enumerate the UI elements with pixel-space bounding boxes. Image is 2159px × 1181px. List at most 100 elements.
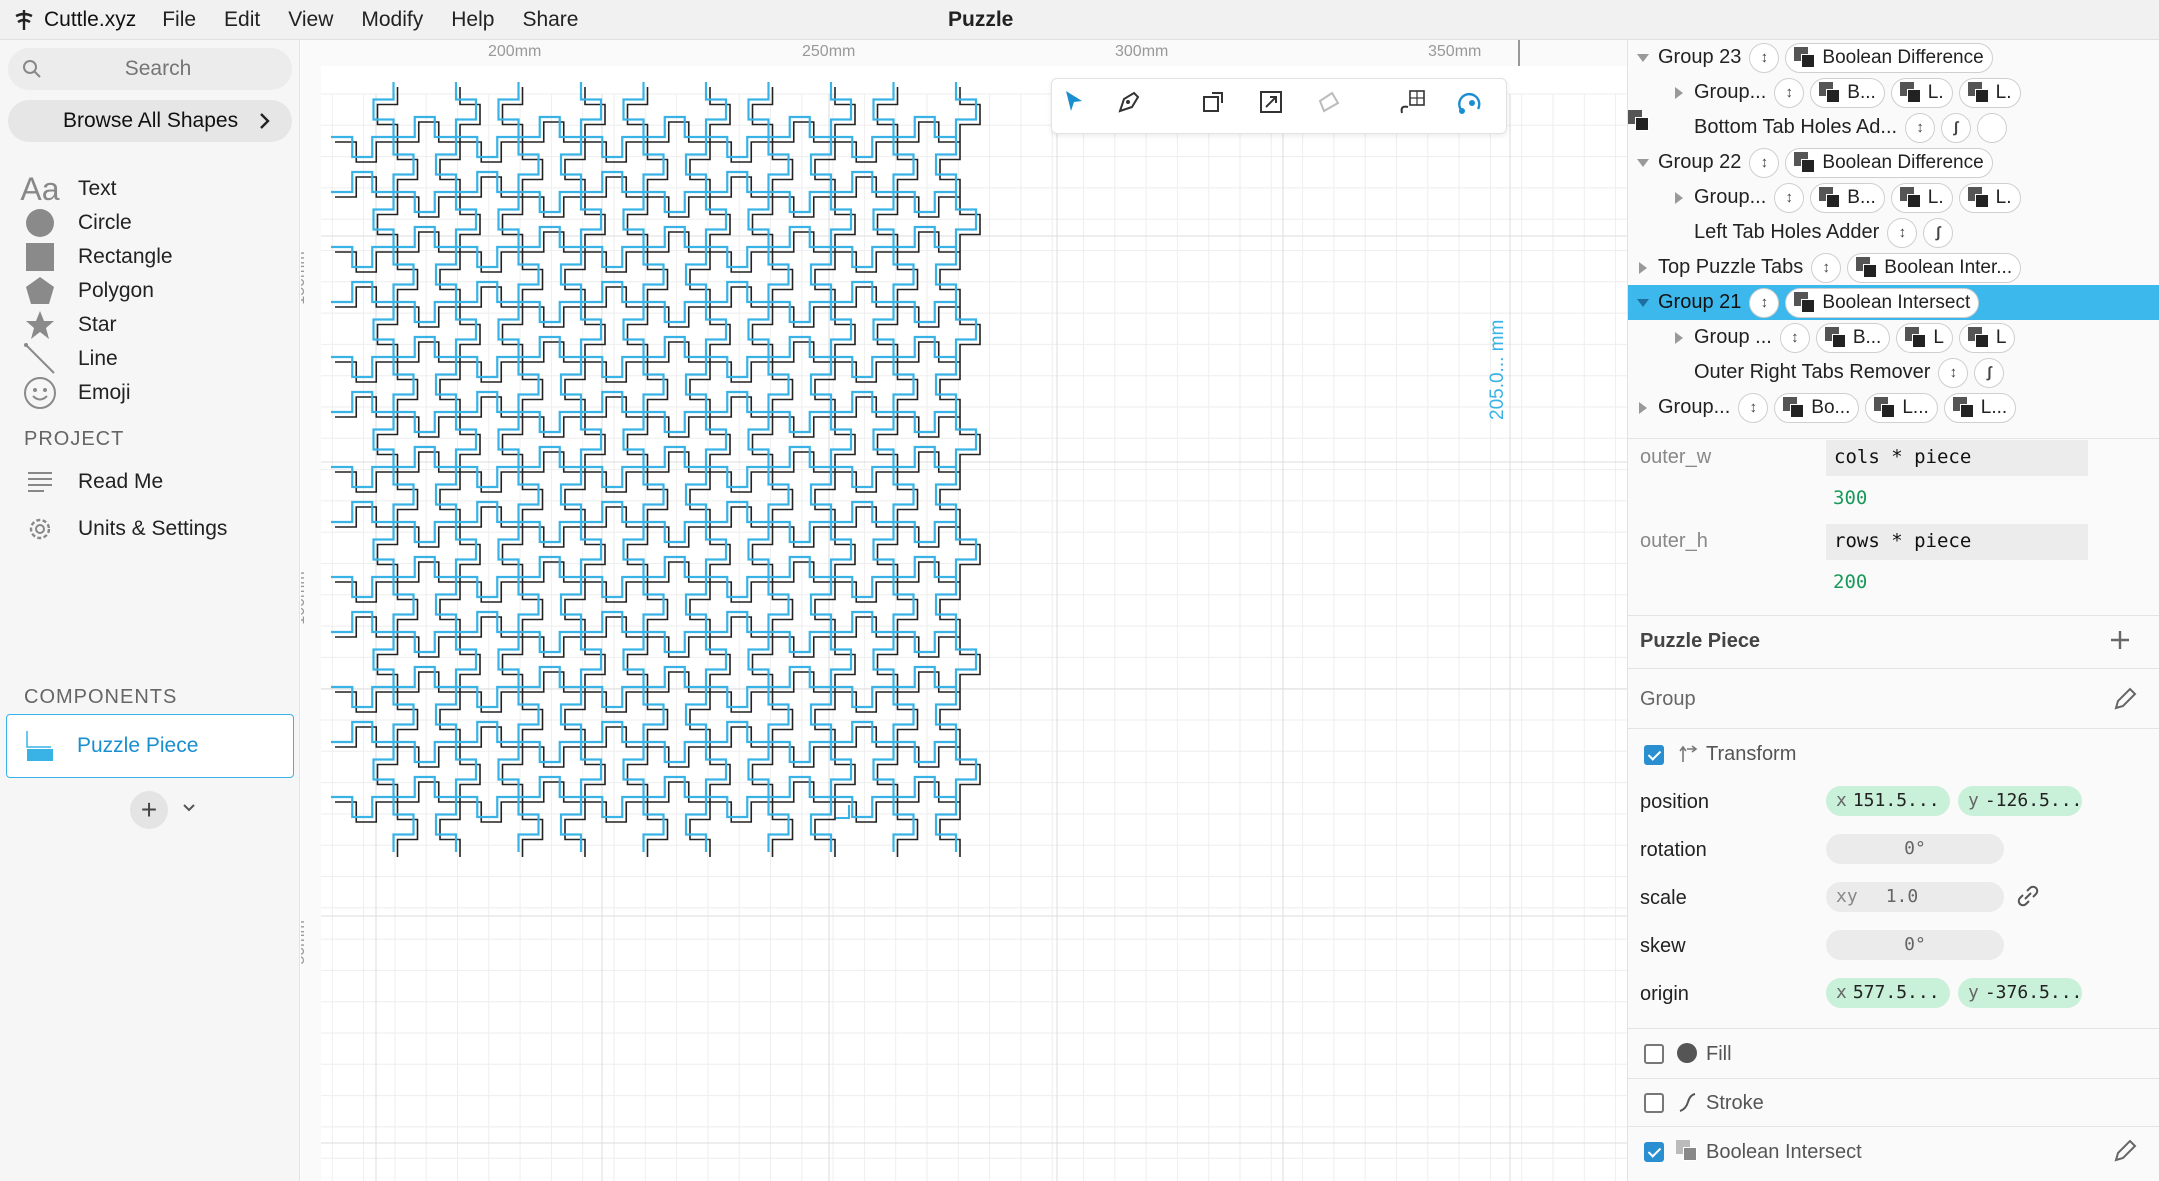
edit-icon[interactable] bbox=[2112, 1138, 2138, 1164]
boolean-checkbox[interactable] bbox=[1644, 1142, 1664, 1162]
origin-x-field[interactable]: x 577.5... bbox=[1826, 978, 1950, 1008]
layer-icon bbox=[1905, 326, 1927, 349]
add-component-button[interactable]: + bbox=[130, 791, 168, 829]
link-icon[interactable] bbox=[2014, 882, 2042, 910]
app-logo[interactable]: Cuttle.xyz bbox=[12, 8, 136, 32]
tree-row-outer-right-tabs[interactable]: Outer Right Tabs Remover ↕ ∫ bbox=[1628, 355, 2159, 390]
menu-modify[interactable]: Modify bbox=[361, 8, 423, 32]
layer-pill[interactable]: L. bbox=[1890, 77, 1953, 108]
transform-toggle-icon[interactable]: ↕ bbox=[1738, 392, 1769, 423]
tree-row-bottom-tab-holes[interactable]: Bottom Tab Holes Ad... ↕ ∫ bbox=[1628, 110, 2159, 145]
project-read-me[interactable]: Read Me bbox=[0, 460, 300, 504]
transform-toggle-icon[interactable]: ↕ bbox=[1779, 322, 1810, 353]
shape-emoji[interactable]: Emoji bbox=[0, 371, 300, 415]
caret-down-icon[interactable] bbox=[1636, 51, 1650, 65]
tree-row-group[interactable]: Group... ↕ B... L. L. bbox=[1628, 75, 2159, 110]
script-icon[interactable]: ∫ bbox=[1941, 112, 1972, 143]
component-puzzle-piece[interactable]: Puzzle Piece bbox=[6, 714, 294, 778]
tree-row-group-21[interactable]: Group 21 ↕ Boolean Intersect bbox=[1628, 285, 2159, 320]
caret-right-icon[interactable] bbox=[1636, 261, 1650, 275]
snap-tool-icon[interactable] bbox=[1456, 89, 1492, 125]
pen-tool-icon[interactable] bbox=[1116, 89, 1152, 125]
transform-toggle-icon[interactable]: ↕ bbox=[1774, 77, 1805, 108]
transform-toggle-icon[interactable]: ↕ bbox=[1749, 287, 1780, 318]
rotation-field[interactable]: 0° bbox=[1826, 834, 2004, 864]
browse-all-shapes-button[interactable]: Browse All Shapes bbox=[8, 100, 292, 142]
tree-row-group-22[interactable]: Group 22 ↕ Boolean Difference bbox=[1628, 145, 2159, 180]
boolean-op-pill[interactable]: Boolean Difference bbox=[1785, 42, 1993, 73]
transform-toggle-icon[interactable]: ↕ bbox=[1811, 252, 1842, 283]
boolean-op-pill[interactable]: Boolean Inter... bbox=[1847, 252, 2022, 283]
menu-view[interactable]: View bbox=[288, 8, 333, 32]
menu-help[interactable]: Help bbox=[451, 8, 494, 32]
layer-pill[interactable]: L bbox=[1896, 322, 1953, 353]
layer-pill[interactable]: L. bbox=[1890, 182, 1953, 213]
boolean-op-pill[interactable]: Boolean Intersect bbox=[1785, 287, 1980, 318]
scale-field[interactable]: xy 1.0 bbox=[1826, 882, 2004, 912]
document-title[interactable]: Puzzle bbox=[948, 8, 1013, 32]
cuttle-logo-icon bbox=[15, 9, 33, 30]
boolean-op-pill[interactable]: B... bbox=[1815, 322, 1891, 353]
app-name: Cuttle.xyz bbox=[44, 7, 137, 31]
layer-pill[interactable]: L... bbox=[1865, 392, 1938, 423]
stroke-label: Stroke bbox=[1706, 1092, 1764, 1114]
boolean-op-pill[interactable]: Bo... bbox=[1774, 392, 1860, 423]
transform-toggle-icon[interactable]: ↕ bbox=[1749, 147, 1780, 178]
script-icon[interactable]: ∫ bbox=[1974, 357, 2005, 388]
script-icon[interactable]: ∫ bbox=[1923, 217, 1954, 248]
menu-share[interactable]: Share bbox=[522, 8, 578, 32]
search-input[interactable] bbox=[48, 52, 268, 86]
tree-row-group-23[interactable]: Group 23 ↕ Boolean Difference bbox=[1628, 40, 2159, 75]
transform-toggle-icon[interactable]: ↕ bbox=[1938, 357, 1969, 388]
chevron-down-icon[interactable] bbox=[181, 800, 197, 816]
caret-down-icon[interactable] bbox=[1636, 296, 1650, 310]
add-icon[interactable] bbox=[2108, 628, 2132, 652]
tree-row-group[interactable]: Group ... ↕ B... L L bbox=[1628, 320, 2159, 355]
select-tool-icon[interactable] bbox=[1062, 89, 1098, 125]
origin-y-field[interactable]: y -376.5... bbox=[1958, 978, 2082, 1008]
transform-checkbox[interactable] bbox=[1644, 745, 1664, 765]
boolean-icon[interactable] bbox=[1628, 110, 2008, 143]
edit-icon[interactable] bbox=[2112, 686, 2138, 712]
transform-toggle-icon[interactable]: ↕ bbox=[1887, 217, 1918, 248]
tree-row-top-puzzle-tabs[interactable]: Top Puzzle Tabs ↕ Boolean Inter... bbox=[1628, 250, 2159, 285]
menu-edit[interactable]: Edit bbox=[224, 8, 260, 32]
layer-pill[interactable]: L. bbox=[1958, 77, 2021, 108]
fill-checkbox[interactable] bbox=[1644, 1044, 1664, 1064]
search-box[interactable] bbox=[8, 48, 292, 90]
canvas-drawing[interactable] bbox=[301, 40, 1627, 1181]
param-value: 200 bbox=[1833, 571, 1868, 593]
param-expression[interactable]: cols * piece bbox=[1826, 440, 2088, 476]
position-y-field[interactable]: y -126.5... bbox=[1958, 786, 2082, 816]
link-grid-tool-icon[interactable] bbox=[1398, 89, 1434, 125]
menu-file[interactable]: File bbox=[162, 8, 196, 32]
tree-row-left-tab-holes[interactable]: Left Tab Holes Adder ↕ ∫ bbox=[1628, 215, 2159, 250]
boolean-icon bbox=[1824, 326, 1847, 349]
project-units-settings[interactable]: Units & Settings bbox=[0, 507, 300, 551]
caret-right-icon[interactable] bbox=[1636, 401, 1650, 415]
caret-down-icon[interactable] bbox=[1636, 156, 1650, 170]
tree-row-group[interactable]: Group... ↕ Bo... L... L... bbox=[1628, 390, 2159, 425]
caret-right-icon[interactable] bbox=[1672, 191, 1686, 205]
layer-pill[interactable]: L... bbox=[1943, 392, 2017, 423]
canvas[interactable]: 200mm 250mm 300mm 350mm -150mm -100mm -5… bbox=[301, 40, 1627, 1181]
transform-toggle-icon[interactable]: ↕ bbox=[1905, 112, 1936, 143]
position-x-field[interactable]: x 151.5... bbox=[1826, 786, 1950, 816]
boolean-op-pill[interactable]: B... bbox=[1810, 77, 1885, 108]
skew-field[interactable]: 0° bbox=[1826, 930, 2004, 960]
transform-toggle-icon[interactable]: ↕ bbox=[1774, 182, 1805, 213]
stroke-checkbox[interactable] bbox=[1644, 1093, 1664, 1113]
ruler-x-label: 300mm bbox=[1115, 43, 1169, 60]
caret-right-icon[interactable] bbox=[1672, 86, 1686, 100]
caret-right-icon[interactable] bbox=[1672, 331, 1686, 345]
param-expression[interactable]: rows * piece bbox=[1826, 524, 2088, 560]
skew-tool-icon[interactable] bbox=[1316, 89, 1352, 125]
boolean-op-pill[interactable]: B... bbox=[1810, 182, 1885, 213]
transform-toggle-icon[interactable]: ↕ bbox=[1749, 42, 1780, 73]
layer-pill[interactable]: L. bbox=[1958, 182, 2021, 213]
tree-row-group[interactable]: Group... ↕ B... L. L. bbox=[1628, 180, 2159, 215]
rotate-tool-icon[interactable] bbox=[1200, 89, 1236, 125]
boolean-op-pill[interactable]: Boolean Difference bbox=[1785, 147, 1993, 178]
layer-pill[interactable]: L bbox=[1958, 322, 2016, 353]
scale-tool-icon[interactable] bbox=[1258, 89, 1294, 125]
